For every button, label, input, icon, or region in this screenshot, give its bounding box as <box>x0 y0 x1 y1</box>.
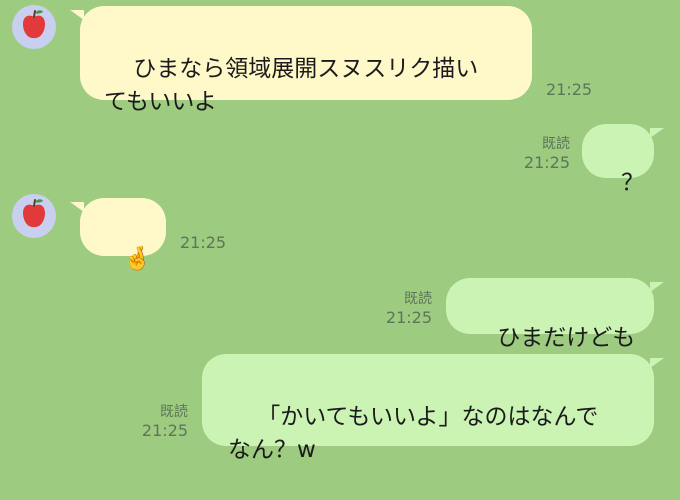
message-time: 21:25 <box>141 421 188 440</box>
message-text: ？ <box>621 170 645 196</box>
chat-view: ひまなら領域展開スヌスリク描い てもいいよ 21:25 既読 21:25 ？ 🤞… <box>0 0 680 463</box>
message-meta: 既読 21:25 <box>136 403 188 441</box>
message-bubble-outgoing[interactable]: ひまだけども <box>446 278 664 351</box>
read-receipt: 既読 <box>542 136 570 152</box>
read-receipt: 既読 <box>160 404 188 420</box>
read-receipt: 既読 <box>404 291 432 307</box>
message-time: 21:25 <box>523 153 570 172</box>
apple-icon <box>23 199 45 228</box>
message-text: 「かいてもいいよ」なのはなんで なん？w <box>228 404 599 463</box>
message-time: 21:25 <box>180 233 227 252</box>
message-bubble-outgoing[interactable]: ？ <box>582 124 664 196</box>
message-text: ひまだけども <box>497 325 636 351</box>
message-meta: 既読 21:25 <box>380 290 432 328</box>
message-meta: 既読 21:25 <box>518 135 570 173</box>
apple-icon <box>23 10 45 39</box>
message-bubble-outgoing[interactable]: 「かいてもいいよ」なのはなんで なん？w <box>202 354 664 463</box>
crossed-fingers-emoji: 🤞 <box>123 246 152 272</box>
message-time: 21:25 <box>546 80 593 99</box>
avatar[interactable] <box>12 5 56 49</box>
message-time: 21:25 <box>385 308 432 327</box>
message-bubble-incoming[interactable]: 🤞 <box>70 198 166 272</box>
message-text: ひまなら領域展開スヌスリク描い てもいいよ <box>104 56 479 115</box>
avatar[interactable] <box>12 194 56 238</box>
message-bubble-incoming[interactable]: ひまなら領域展開スヌスリク描い てもいいよ <box>70 6 532 115</box>
